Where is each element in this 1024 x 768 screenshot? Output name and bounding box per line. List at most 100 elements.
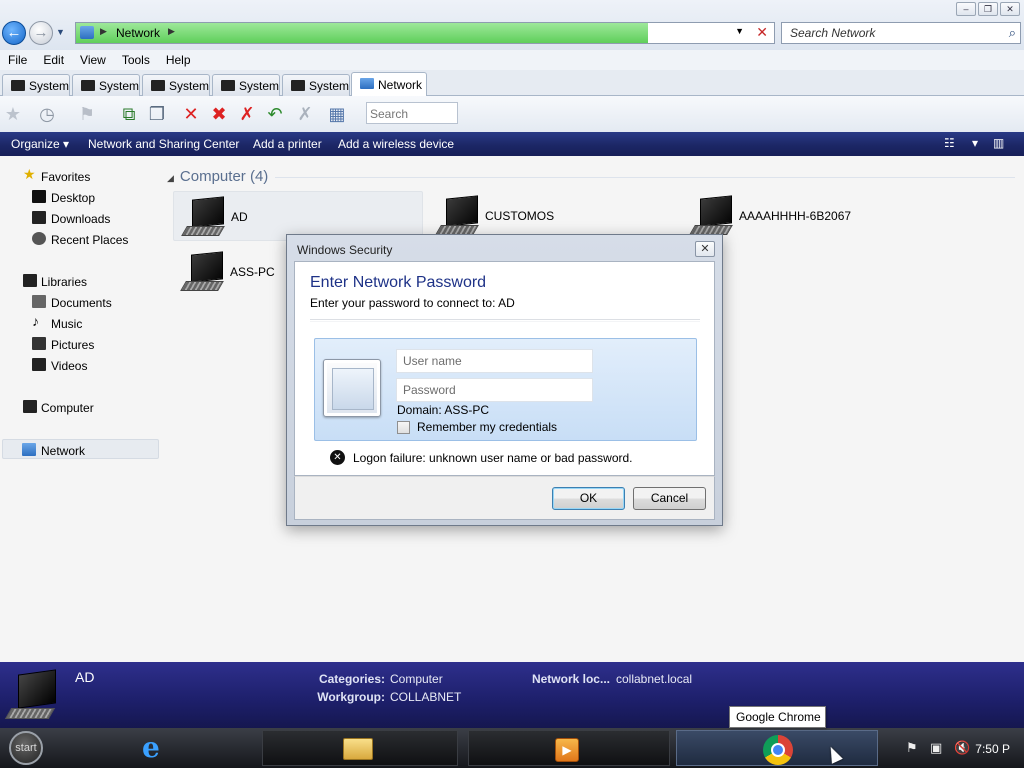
toolbar-search-input[interactable]: Search <box>366 102 458 124</box>
tab-system-5[interactable]: System <box>282 74 350 96</box>
history-icon[interactable]: ◷ <box>36 103 58 125</box>
user-picture-icon <box>323 359 381 417</box>
documents-icon <box>32 295 46 308</box>
folder-icon <box>343 738 373 760</box>
computer-icon <box>689 195 736 239</box>
organize-button[interactable]: Organize ▾ <box>11 137 69 151</box>
copy-to-icon[interactable]: ⧉ <box>118 103 140 125</box>
details-pane: AD Categories: Computer Workgroup: COLLA… <box>0 662 1024 728</box>
password-input[interactable] <box>397 379 592 401</box>
tab-system-1[interactable]: System <box>2 74 70 96</box>
tab-system-3[interactable]: System <box>142 74 210 96</box>
restore-icon[interactable]: ↶ <box>264 103 286 125</box>
windows-flag-icon[interactable]: ⚑ <box>76 103 98 125</box>
delete-all-icon[interactable]: ✖ <box>208 103 230 125</box>
categories-key: Categories: <box>318 672 385 686</box>
back-button[interactable]: ← <box>2 21 26 45</box>
error-message: Logon failure: unknown user name or bad … <box>353 451 633 465</box>
network-tray-icon[interactable]: ▣ <box>930 740 942 756</box>
system-tray: ⚑ ▣ 🔇 7:50 P <box>900 730 1024 766</box>
breadcrumb-separator-icon[interactable]: ▶ <box>168 26 175 37</box>
computer-name: ASS-PC <box>230 265 275 279</box>
change-view-icon[interactable]: ☷ <box>944 136 955 150</box>
preview-pane-icon[interactable]: ▥ <box>993 136 1004 150</box>
view-options-chevron-icon[interactable]: ▾ <box>972 136 978 150</box>
nav-label: Music <box>51 317 83 331</box>
menu-edit[interactable]: Edit <box>35 50 72 70</box>
internet-explorer-icon[interactable]: e <box>142 733 172 763</box>
start-button[interactable]: start <box>9 731 43 765</box>
nav-downloads[interactable]: Downloads <box>0 208 160 228</box>
breadcrumb-network[interactable]: Network <box>116 26 160 40</box>
address-progress-fill <box>76 23 648 43</box>
breadcrumb-separator-icon[interactable]: ▶ <box>100 26 107 37</box>
nav-label: Documents <box>51 296 112 310</box>
nav-network[interactable]: Network <box>2 439 159 459</box>
ok-button[interactable]: OK <box>552 487 625 510</box>
nav-videos[interactable]: Videos <box>0 355 160 375</box>
network-icon <box>22 443 36 456</box>
nav-desktop[interactable]: Desktop <box>0 187 160 207</box>
nav-computer[interactable]: Computer <box>0 397 160 417</box>
forward-button[interactable]: → <box>29 21 53 45</box>
minimize-button[interactable]: – <box>956 2 976 16</box>
stop-icon[interactable]: ✕ <box>756 24 768 41</box>
address-bar[interactable]: ▶ Network ▶ ▼ ✕ <box>75 22 775 44</box>
nav-recent-places[interactable]: Recent Places <box>0 229 160 249</box>
pictures-icon <box>32 337 46 350</box>
computer-icon <box>23 400 37 413</box>
tab-network[interactable]: Network <box>351 72 427 97</box>
close-window-button[interactable]: ✕ <box>1000 2 1020 16</box>
libraries-icon <box>23 274 37 287</box>
taskbar-explorer-button[interactable] <box>262 730 458 766</box>
add-wireless-device-button[interactable]: Add a wireless device <box>338 137 454 151</box>
dialog-close-button[interactable]: ✕ <box>695 241 715 257</box>
volume-muted-icon[interactable]: 🔇 <box>954 740 970 756</box>
add-printer-button[interactable]: Add a printer <box>253 137 322 151</box>
nav-pictures[interactable]: Pictures <box>0 334 160 354</box>
recent-pages-dropdown[interactable]: ▼ <box>56 27 65 37</box>
clock[interactable]: 7:50 P <box>975 742 1010 756</box>
menu-view[interactable]: View <box>72 50 114 70</box>
clear-icon[interactable]: ✗ <box>294 103 316 125</box>
group-header-computer[interactable]: ◢ Computer (4) <box>167 168 268 185</box>
nav-label: Libraries <box>41 275 88 289</box>
password-field[interactable] <box>396 378 593 402</box>
username-field[interactable] <box>396 349 593 373</box>
remember-credentials-label[interactable]: Remember my credentials <box>417 420 557 434</box>
remember-credentials-checkbox[interactable] <box>397 421 410 434</box>
action-center-flag-icon[interactable]: ⚑ <box>906 740 918 756</box>
workgroup-value: COLLABNET <box>390 690 462 704</box>
network-sharing-center-button[interactable]: Network and Sharing Center <box>88 137 239 151</box>
nav-documents[interactable]: Documents <box>0 292 160 312</box>
taskbar-media-button[interactable]: ▶ <box>468 730 670 766</box>
maximize-button[interactable]: ❐ <box>978 2 998 16</box>
dialog-footer: OK Cancel <box>294 476 715 520</box>
toolbar-search-placeholder: Search <box>370 107 409 121</box>
cancel-button[interactable]: Cancel <box>633 487 706 510</box>
organize-label: Organize <box>11 137 60 151</box>
favorites-star-icon[interactable]: ★ <box>2 103 24 125</box>
taskbar-chrome-button[interactable] <box>676 730 878 766</box>
tab-system-4[interactable]: System <box>212 74 280 96</box>
nav-music[interactable]: ♪ Music <box>0 313 160 333</box>
menu-help[interactable]: Help <box>158 50 199 70</box>
close-tab-icon[interactable]: ✗ <box>236 103 258 125</box>
nav-favorites[interactable]: ★ Favorites <box>0 166 160 186</box>
taskbar: start e ▶ ⚑ ▣ 🔇 7:50 P <box>0 728 1024 768</box>
network-location-value: collabnet.local <box>616 672 693 686</box>
address-dropdown-icon[interactable]: ▼ <box>735 26 744 36</box>
menu-file[interactable]: File <box>0 50 35 70</box>
new-window-icon[interactable]: ❐ <box>146 103 168 125</box>
layout-icon[interactable]: ▦ <box>326 103 348 125</box>
search-icon[interactable]: ⌕ <box>1009 25 1016 41</box>
username-input[interactable] <box>397 350 592 372</box>
nav-libraries[interactable]: Libraries <box>0 271 160 291</box>
collapse-triangle-icon: ◢ <box>167 173 174 183</box>
window-titlebar: – ❐ ✕ ← → ▼ ▶ Network ▶ ▼ ✕ Search Netwo… <box>0 0 1024 50</box>
nav-label: Pictures <box>51 338 95 352</box>
menu-tools[interactable]: Tools <box>114 50 158 70</box>
search-network-box[interactable]: Search Network ⌕ <box>781 22 1021 44</box>
tab-system-2[interactable]: System <box>72 74 140 96</box>
delete-icon[interactable]: ✕ <box>180 103 202 125</box>
